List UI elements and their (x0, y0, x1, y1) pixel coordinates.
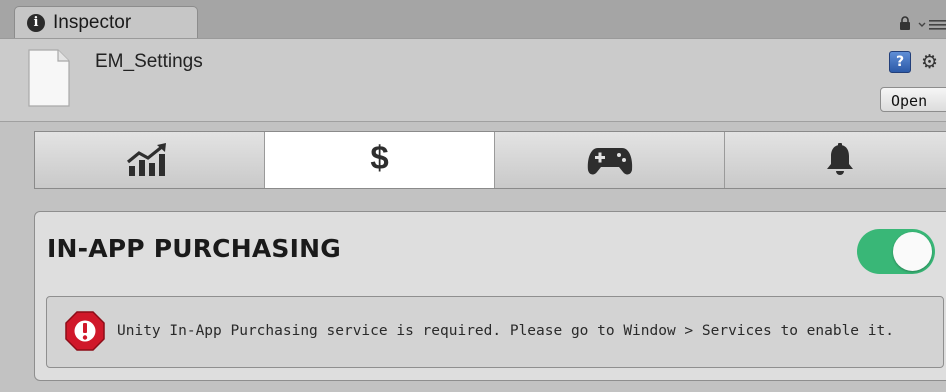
asset-name: EM_Settings (95, 51, 203, 72)
open-button[interactable]: Open (880, 87, 946, 112)
gear-icon[interactable]: ⚙ (921, 51, 946, 73)
tab-label: Inspector (53, 12, 132, 33)
tab-strip: i Inspector (0, 0, 946, 40)
help-icon[interactable]: ? (889, 51, 911, 73)
file-icon (28, 49, 70, 107)
iap-settings-panel: IN-APP PURCHASING Unity In-App Purchasin… (34, 211, 946, 381)
gamepad-icon (587, 148, 633, 175)
tab-menu-icon[interactable] (918, 19, 946, 31)
inspector-header: EM_Settings ? ⚙ Open (0, 38, 946, 122)
error-helpbox: Unity In-App Purchasing service is requi… (46, 296, 944, 368)
error-message: Unity In-App Purchasing service is requi… (117, 323, 894, 339)
section-title: IN-APP PURCHASING (47, 234, 341, 263)
info-icon: i (27, 14, 45, 32)
tab-game-services[interactable] (495, 132, 725, 188)
tab-in-app-purchasing[interactable]: $ (265, 132, 495, 188)
tab-inspector[interactable]: i Inspector (14, 6, 198, 40)
error-icon (65, 311, 105, 351)
tab-notifications[interactable] (725, 132, 946, 188)
module-toolbar: $ (34, 131, 946, 189)
bell-icon (827, 143, 853, 175)
tab-analytics[interactable] (35, 132, 265, 188)
dollar-icon: $ (370, 139, 389, 176)
lock-icon[interactable] (899, 16, 911, 30)
toggle-knob (893, 232, 932, 271)
iap-enable-toggle[interactable] (857, 229, 935, 274)
chart-growth-icon (126, 143, 166, 176)
